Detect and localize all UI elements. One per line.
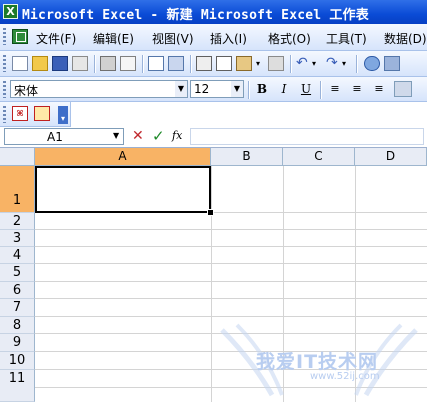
row-header-4[interactable]: 4: [0, 247, 35, 264]
pdf-icon[interactable]: ⌘: [12, 106, 28, 121]
row-header-11[interactable]: 11: [0, 370, 35, 402]
toolbar-grip-handle[interactable]: [3, 106, 6, 123]
permission-icon[interactable]: [72, 56, 88, 71]
format-painter-icon[interactable]: [268, 56, 284, 71]
row-header-9[interactable]: 9: [0, 334, 35, 352]
formula-bar: A1 ▼ ✕ ✓ fx: [0, 127, 427, 148]
chevron-down-icon[interactable]: ▼: [113, 131, 119, 140]
cut-icon[interactable]: [196, 56, 212, 71]
menu-data[interactable]: 数据(D): [384, 30, 427, 47]
font-size-select[interactable]: 12 ▼: [190, 80, 244, 98]
toolbar-options-icon[interactable]: ▾: [58, 106, 68, 124]
chevron-down-icon[interactable]: ▼: [231, 81, 243, 97]
print-icon[interactable]: [100, 56, 116, 71]
print-preview-icon[interactable]: [120, 56, 136, 71]
redo-dropdown-icon[interactable]: ▾: [342, 56, 352, 71]
hyperlink-icon[interactable]: [364, 56, 380, 71]
row-header-7[interactable]: 7: [0, 299, 35, 317]
toolbar-separator: [356, 55, 358, 73]
toolbar-separator: [142, 55, 144, 73]
menubar-grip-handle[interactable]: [3, 28, 6, 45]
pdf-settings-icon[interactable]: [34, 106, 50, 121]
title-bar: X Microsoft Excel - 新建 Microsoft Excel 工…: [0, 0, 427, 24]
font-name-select[interactable]: 宋体 ▼: [10, 80, 188, 98]
menu-tools[interactable]: 工具(T): [326, 30, 367, 47]
paste-dropdown-icon[interactable]: ▾: [256, 56, 266, 71]
bold-button[interactable]: B: [253, 81, 271, 97]
gridline: [35, 229, 427, 230]
save-icon[interactable]: [52, 56, 68, 71]
menu-bar: 文件(F) 编辑(E) 视图(V) 插入(I) 格式(O) 工具(T) 数据(D…: [0, 24, 427, 51]
select-all-button[interactable]: [0, 148, 35, 166]
formatting-toolbar: 宋体 ▼ 12 ▼ B I U ≡ ≡ ≡: [0, 77, 427, 102]
column-header-d[interactable]: D: [355, 148, 427, 166]
row-header-10[interactable]: 10: [0, 352, 35, 370]
menu-insert[interactable]: 插入(I): [210, 30, 247, 47]
formula-input[interactable]: [190, 128, 424, 145]
watermark-text: 我爱IT技术网: [256, 351, 379, 373]
menu-edit[interactable]: 编辑(E): [93, 30, 134, 47]
insert-function-button[interactable]: fx: [172, 129, 182, 142]
row-header-3[interactable]: 3: [0, 230, 35, 247]
name-box-value: A1: [47, 130, 63, 144]
fill-handle[interactable]: [207, 209, 214, 216]
row-header-5[interactable]: 5: [0, 264, 35, 282]
gridline: [35, 316, 427, 317]
row-header-8[interactable]: 8: [0, 317, 35, 334]
toolbar-separator: [94, 55, 96, 73]
gridline: [35, 298, 427, 299]
toolbar-overflow-icon[interactable]: [384, 56, 400, 71]
toolbar-grip-handle[interactable]: [3, 55, 6, 72]
menu-file[interactable]: 文件(F): [36, 30, 76, 47]
undo-dropdown-icon[interactable]: ▾: [312, 56, 322, 71]
column-header-c[interactable]: C: [283, 148, 355, 166]
research-icon[interactable]: [168, 56, 184, 71]
watermark-url: www.52ij.com: [310, 371, 380, 382]
align-center-icon[interactable]: ≡: [348, 81, 366, 97]
new-icon[interactable]: [12, 56, 28, 71]
chevron-down-icon[interactable]: ▼: [175, 81, 187, 97]
gridline: [35, 263, 427, 264]
menu-view[interactable]: 视图(V): [152, 30, 194, 47]
row-header-1[interactable]: 1: [0, 166, 35, 213]
standard-toolbar: ▾ ↶ ▾ ↷ ▾: [0, 51, 427, 77]
toolbar-separator: [248, 81, 250, 99]
window-title: Microsoft Excel - 新建 Microsoft Excel 工作表: [22, 8, 369, 23]
toolbar-separator: [190, 55, 192, 73]
menu-format[interactable]: 格式(O): [268, 30, 311, 47]
column-header-a[interactable]: A: [35, 148, 211, 166]
column-header-b[interactable]: B: [211, 148, 283, 166]
row-header-6[interactable]: 6: [0, 282, 35, 299]
name-box[interactable]: A1: [4, 128, 124, 145]
toolbar-grip-handle[interactable]: [3, 81, 6, 98]
copy-icon[interactable]: [216, 56, 232, 71]
font-name-value: 宋体: [14, 84, 39, 98]
align-right-icon[interactable]: ≡: [370, 81, 388, 97]
font-size-value: 12: [194, 82, 210, 96]
align-left-icon[interactable]: ≡: [326, 81, 344, 97]
pdf-toolbar: ⌘ ▾: [0, 102, 71, 127]
undo-icon[interactable]: ↶: [296, 56, 312, 71]
gridline: [35, 281, 427, 282]
redo-icon[interactable]: ↷: [326, 56, 342, 71]
excel-app-icon[interactable]: X: [3, 4, 18, 19]
merge-center-icon[interactable]: [394, 81, 412, 97]
open-icon[interactable]: [32, 56, 48, 71]
toolbar-separator: [290, 55, 292, 73]
gridline: [35, 246, 427, 247]
toolbar-separator: [320, 81, 322, 99]
row-header-2[interactable]: 2: [0, 213, 35, 230]
italic-button[interactable]: I: [275, 81, 293, 97]
enter-icon[interactable]: ✓: [152, 127, 165, 145]
spelling-icon[interactable]: [148, 56, 164, 71]
underline-button[interactable]: U: [297, 81, 315, 97]
cancel-icon[interactable]: ✕: [132, 128, 144, 144]
workbook-icon[interactable]: [12, 29, 28, 44]
paste-icon[interactable]: [236, 56, 252, 71]
active-cell-a1[interactable]: [35, 166, 211, 213]
